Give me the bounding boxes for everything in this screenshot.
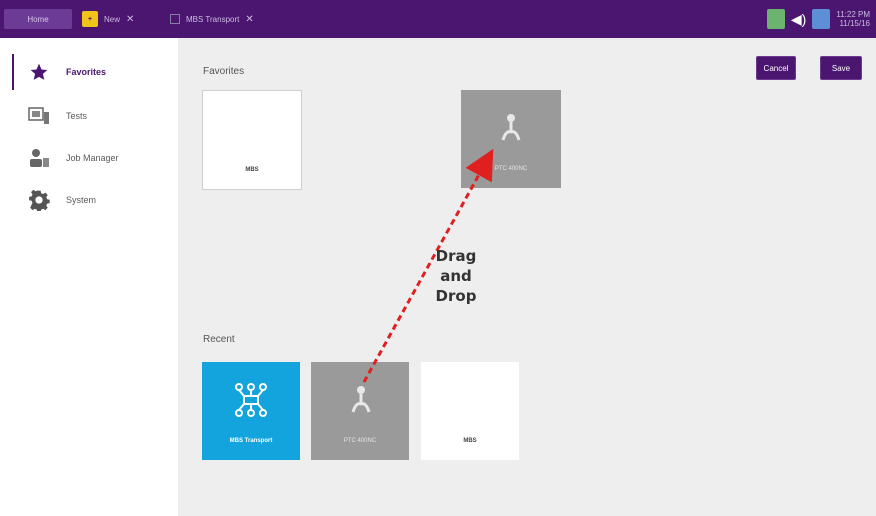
drag-and-drop-annotation: Drag and Drop [426,246,486,306]
annotation-line: Drop [435,287,477,305]
annotation-line: Drag [435,247,477,265]
annotation-line: and [440,267,472,285]
